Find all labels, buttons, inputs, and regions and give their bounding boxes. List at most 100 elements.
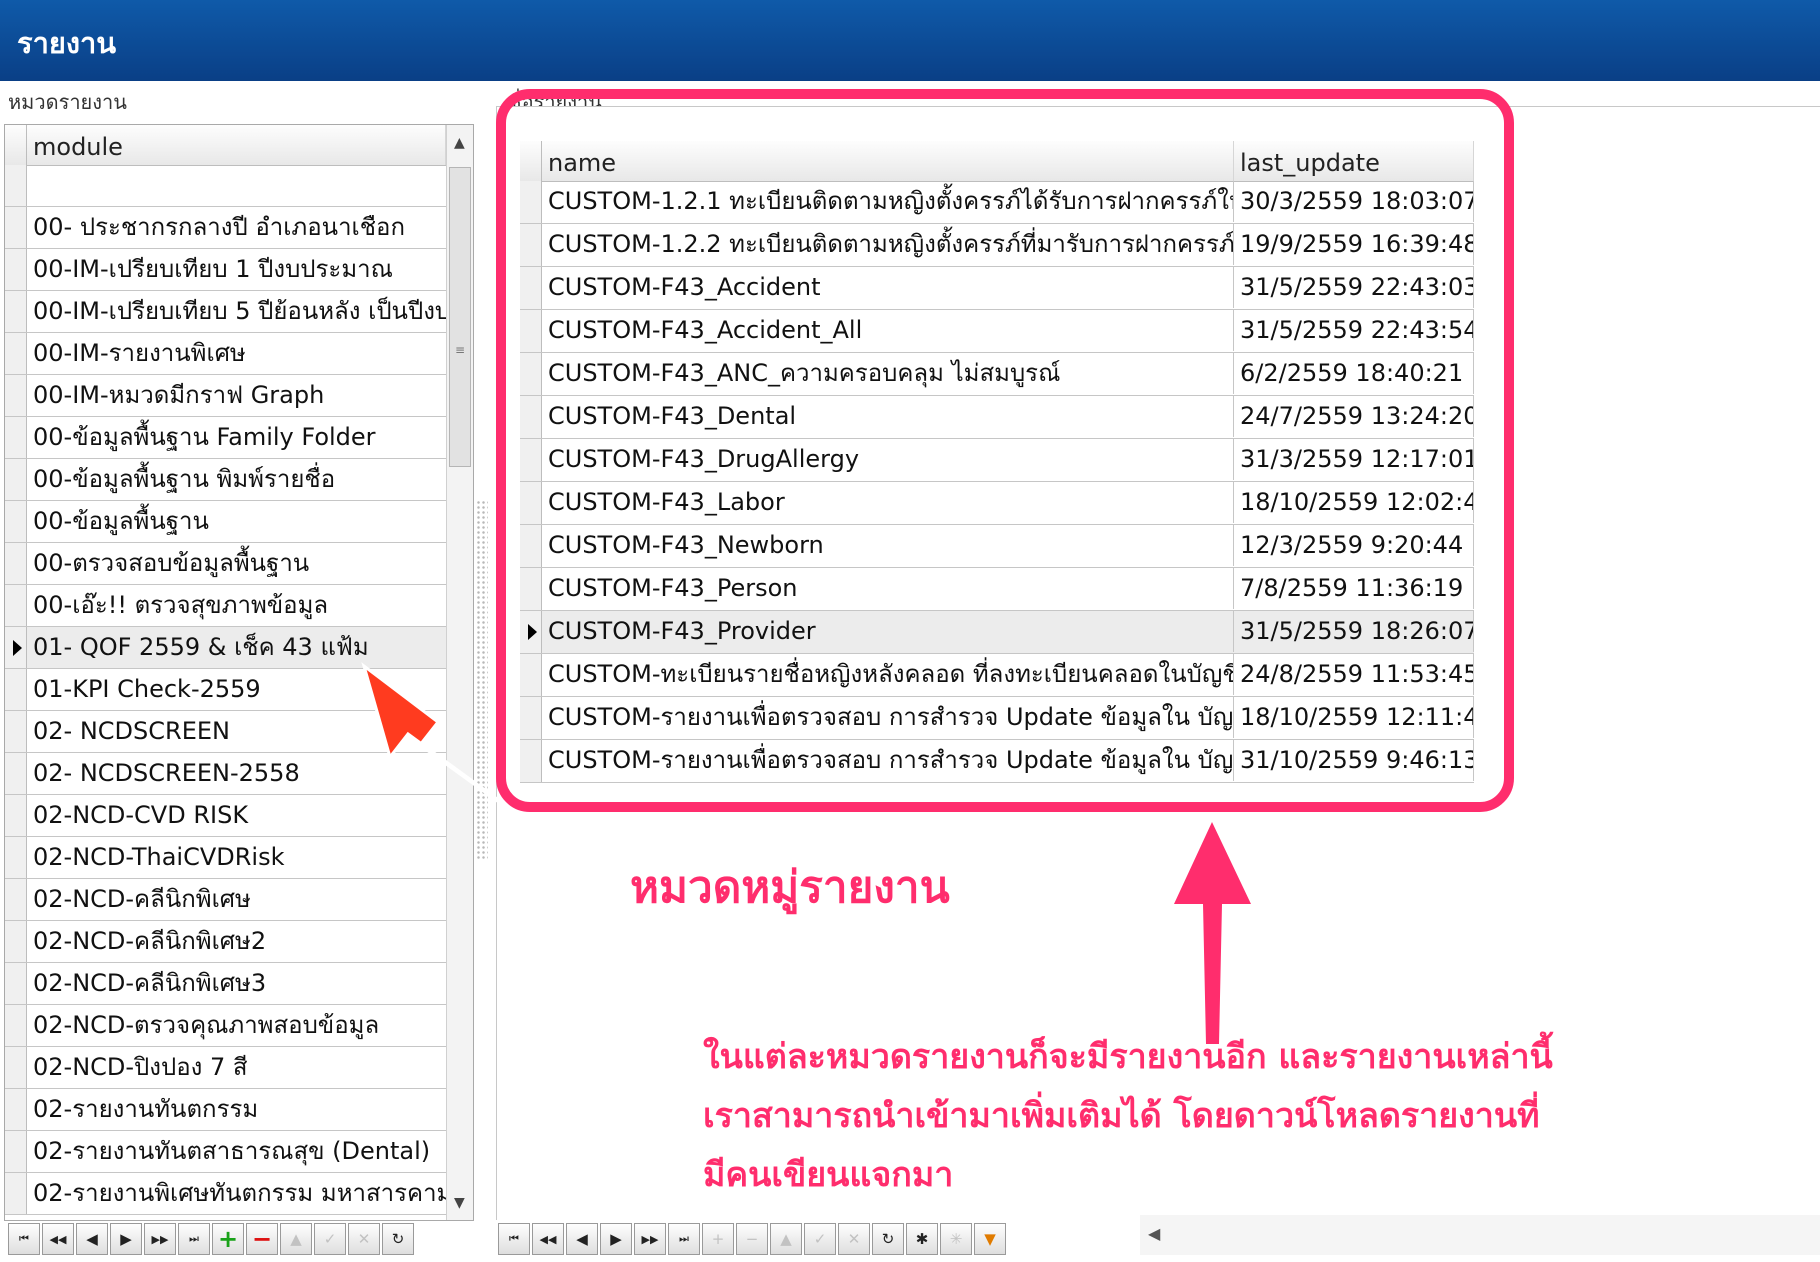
report-row[interactable]: CUSTOM-รายงานเพื่อตรวจสอบ การสำรวจ Updat… xyxy=(520,740,1474,783)
report-row[interactable]: CUSTOM-F43_Person 7/8/2559 11:36:19 xyxy=(520,568,1474,611)
row-indicator[interactable] xyxy=(520,181,542,223)
last-update-column-header[interactable]: last_update xyxy=(1234,141,1474,181)
module-row[interactable]: 02-NCD-คลีนิกพิเศษ2 xyxy=(5,921,446,963)
next-page-icon[interactable]: ▶▶ xyxy=(144,1223,176,1255)
row-indicator[interactable] xyxy=(5,585,27,626)
row-indicator[interactable] xyxy=(520,482,542,524)
module-row[interactable]: 00-ข้อมูลพื้นฐาน พิมพ์รายชื่อ xyxy=(5,459,446,501)
cancel-icon[interactable]: ✕ xyxy=(838,1223,870,1255)
panel-splitter[interactable] xyxy=(476,500,488,860)
row-indicator[interactable] xyxy=(520,310,542,352)
next-icon[interactable]: ▶ xyxy=(600,1223,632,1255)
scroll-up-icon[interactable]: ▲ xyxy=(454,135,465,151)
row-indicator[interactable] xyxy=(5,1089,27,1130)
module-row[interactable]: 02-รายงานพิเศษทันตกรรม มหาสารคาม ส่ง xyxy=(5,1173,446,1215)
module-row[interactable]: 02-NCD-ปิงปอง 7 สี xyxy=(5,1047,446,1089)
module-row[interactable]: 02- NCDSCREEN xyxy=(5,711,446,753)
scrollbar-thumb[interactable]: ≡ xyxy=(449,167,471,467)
next-icon[interactable]: ▶ xyxy=(110,1223,142,1255)
module-row[interactable]: 00-ข้อมูลพื้นฐาน xyxy=(5,501,446,543)
row-indicator[interactable] xyxy=(5,669,27,710)
row-indicator[interactable] xyxy=(5,333,27,374)
module-grid[interactable]: module 00- ประชากรกลางปี อำเภอนาเชือก 00-… xyxy=(4,124,474,1221)
row-indicator[interactable] xyxy=(520,568,542,610)
row-indicator[interactable] xyxy=(5,711,27,752)
report-row[interactable]: CUSTOM-1.2.2 ทะเบียนติดตามหญิงตั้งครรภ์ท… xyxy=(520,224,1474,267)
module-vertical-scrollbar[interactable]: ▲ ≡ ▼ xyxy=(446,125,473,1220)
module-row[interactable]: 00-IM-หมวดมีกราฟ Graph xyxy=(5,375,446,417)
module-column-header[interactable]: module xyxy=(27,125,446,165)
row-indicator[interactable] xyxy=(5,753,27,794)
row-indicator[interactable] xyxy=(520,224,542,266)
module-row[interactable]: 00-IM-เปรียบเทียบ 5 ปีย้อนหลัง เป็นปีงบป… xyxy=(5,291,446,333)
row-indicator[interactable] xyxy=(5,459,27,500)
module-row[interactable]: 00- ประชากรกลางปี อำเภอนาเชือก xyxy=(5,207,446,249)
insert-icon[interactable]: + xyxy=(702,1223,734,1255)
insert-icon[interactable]: + xyxy=(212,1223,244,1255)
row-indicator[interactable] xyxy=(5,417,27,458)
row-indicator[interactable] xyxy=(5,1173,27,1214)
row-indicator[interactable] xyxy=(520,353,542,395)
row-indicator[interactable] xyxy=(520,697,542,739)
module-row[interactable]: 02-รายงานทันตสาธารณสุข (Dental) xyxy=(5,1131,446,1173)
report-row[interactable]: CUSTOM-ทะเบียนรายชื่อหญิงหลังคลอด ที่ลงท… xyxy=(520,654,1474,697)
row-indicator[interactable] xyxy=(5,543,27,584)
module-row[interactable]: 02-NCD-CVD RISK xyxy=(5,795,446,837)
module-row[interactable]: 02-NCD-ThaiCVDRisk xyxy=(5,837,446,879)
prev-page-icon[interactable]: ◀◀ xyxy=(532,1223,564,1255)
report-row[interactable]: CUSTOM-F43_Accident_All 31/5/2559 22:43:5… xyxy=(520,310,1474,353)
row-indicator[interactable] xyxy=(5,501,27,542)
module-row[interactable]: 00-IM-เปรียบเทียบ 1 ปีงบประมาณ xyxy=(5,249,446,291)
report-horizontal-scrollbar[interactable]: ◀ xyxy=(1140,1215,1820,1255)
module-row[interactable]: 02-NCD-คลีนิกพิเศษ xyxy=(5,879,446,921)
filter-icon[interactable]: ▼ xyxy=(974,1223,1006,1255)
row-indicator[interactable] xyxy=(5,795,27,836)
report-row[interactable]: CUSTOM-F43_DrugAllergy 31/3/2559 12:17:01 xyxy=(520,439,1474,482)
prev-page-icon[interactable]: ◀◀ xyxy=(42,1223,74,1255)
row-pointer-icon[interactable] xyxy=(520,611,542,653)
scroll-down-icon[interactable]: ▼ xyxy=(454,1195,465,1211)
report-grid[interactable]: name last_update CUSTOM-1.2.1 ทะเบียนติด… xyxy=(520,141,1474,786)
row-indicator[interactable] xyxy=(520,525,542,567)
row-indicator[interactable] xyxy=(5,837,27,878)
name-column-header[interactable]: name xyxy=(542,141,1234,181)
post-icon[interactable]: ✓ xyxy=(314,1223,346,1255)
report-row[interactable]: CUSTOM-F43_Dental 24/7/2559 13:24:20 xyxy=(520,396,1474,439)
first-page-icon[interactable]: ⏮ xyxy=(8,1223,40,1255)
report-row[interactable]: CUSTOM-F43_Provider 31/5/2559 18:26:07 xyxy=(520,611,1474,654)
row-indicator[interactable] xyxy=(520,439,542,481)
module-row[interactable]: 02-NCD-คลีนิกพิเศษ3 xyxy=(5,963,446,1005)
row-indicator[interactable] xyxy=(5,165,27,206)
module-row[interactable]: 01-KPI Check-2559 xyxy=(5,669,446,711)
module-row[interactable] xyxy=(5,165,446,207)
first-page-icon[interactable]: ⏮ xyxy=(498,1223,530,1255)
module-row[interactable]: 02-NCD-ตรวจคุณภาพสอบข้อมูล xyxy=(5,1005,446,1047)
report-row[interactable]: CUSTOM-1.2.1 ทะเบียนติดตามหญิงตั้งครรภ์ไ… xyxy=(520,181,1474,224)
module-row[interactable]: 00-IM-รายงานพิเศษ xyxy=(5,333,446,375)
edit-icon[interactable]: ▲ xyxy=(280,1223,312,1255)
row-indicator[interactable] xyxy=(5,1131,27,1172)
report-row[interactable]: CUSTOM-F43_Newborn 12/3/2559 9:20:44 xyxy=(520,525,1474,568)
row-indicator[interactable] xyxy=(5,1047,27,1088)
report-row[interactable]: CUSTOM-F43_ANC_ความครอบคลุม ไม่สมบูรณ์ 6/… xyxy=(520,353,1474,396)
module-row[interactable]: 00-เอ๊ะ!! ตรวจสุขภาพข้อมูล xyxy=(5,585,446,627)
prev-icon[interactable]: ◀ xyxy=(76,1223,108,1255)
prev-icon[interactable]: ◀ xyxy=(566,1223,598,1255)
last-icon[interactable]: ⏭ xyxy=(178,1223,210,1255)
row-indicator[interactable] xyxy=(520,740,542,782)
delete-icon[interactable]: − xyxy=(246,1223,278,1255)
module-row[interactable]: 02- NCDSCREEN-2558 xyxy=(5,753,446,795)
cancel-icon[interactable]: ✕ xyxy=(348,1223,380,1255)
row-indicator[interactable] xyxy=(520,396,542,438)
post-icon[interactable]: ✓ xyxy=(804,1223,836,1255)
row-indicator[interactable] xyxy=(520,654,542,696)
row-indicator[interactable] xyxy=(5,291,27,332)
module-row[interactable]: 00-ข้อมูลพื้นฐาน Family Folder xyxy=(5,417,446,459)
report-row[interactable]: CUSTOM-รายงานเพื่อตรวจสอบ การสำรวจ Updat… xyxy=(520,697,1474,740)
edit-icon[interactable]: ▲ xyxy=(770,1223,802,1255)
report-row[interactable]: CUSTOM-F43_Labor 18/10/2559 12:02:43 xyxy=(520,482,1474,525)
row-pointer-icon[interactable] xyxy=(5,627,27,668)
save-bookmark-icon[interactable]: ✱ xyxy=(906,1223,938,1255)
report-row[interactable]: CUSTOM-F43_Accident 31/5/2559 22:43:03 xyxy=(520,267,1474,310)
module-row[interactable]: 00-ตรวจสอบข้อมูลพื้นฐาน xyxy=(5,543,446,585)
